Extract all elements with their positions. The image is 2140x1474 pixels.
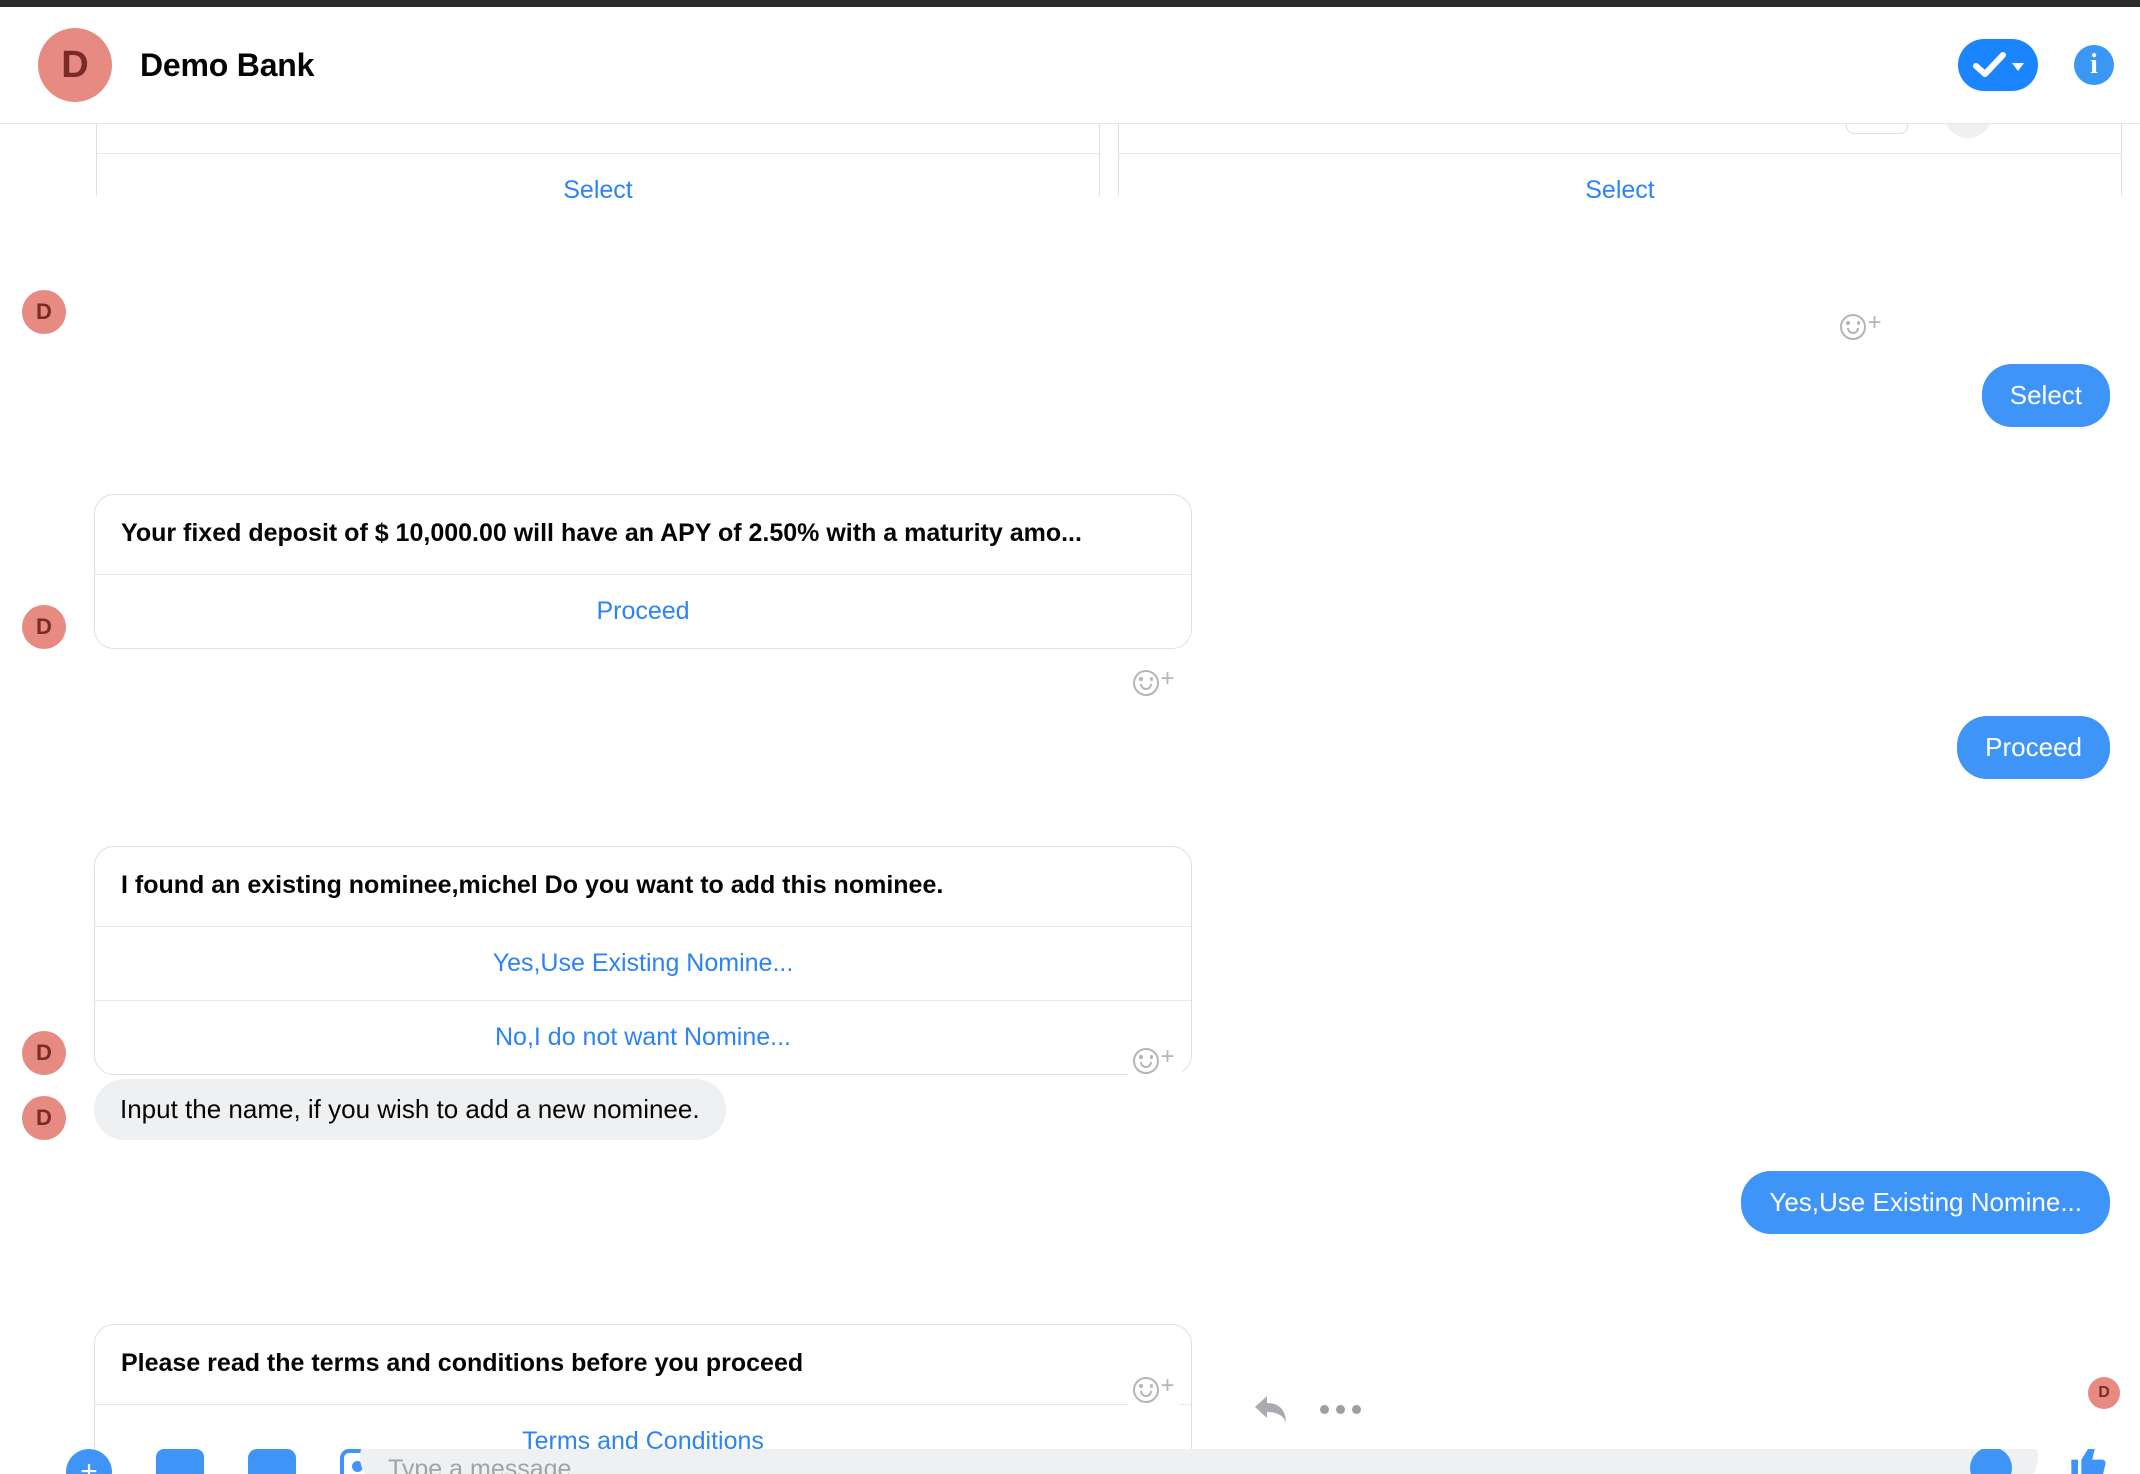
add-reaction-button[interactable]: + [1123, 1369, 1185, 1411]
avatar: D [22, 605, 66, 650]
plus-icon: + [1867, 308, 1882, 336]
page-title: Demo Bank [140, 46, 315, 83]
plus-icon: + [1160, 664, 1175, 692]
card-title: Please read the terms and conditions bef… [121, 1349, 804, 1377]
dot [1352, 1404, 1361, 1414]
plus-icon: + [1160, 1042, 1175, 1070]
sticker-icon[interactable] [248, 1449, 296, 1474]
more-dots-icon[interactable] [1320, 1404, 1361, 1414]
message-hover-actions[interactable] [1252, 1392, 1361, 1426]
user-message-bubble[interactable]: Proceed [1957, 716, 2110, 779]
smiley-mouth [1140, 684, 1153, 690]
select-card-left[interactable]: Select [96, 124, 1100, 227]
message-thread[interactable]: Select Select D + Select D Your fixed de… [0, 124, 2140, 1474]
dot [1320, 1404, 1329, 1414]
chat-header: D Demo Bank i [0, 7, 2140, 124]
message-row-nominee: D I found an existing nominee,michel Do … [22, 846, 1192, 1076]
plus-glyph: + [80, 1455, 98, 1474]
smiley-face-icon [1133, 1377, 1160, 1403]
message-row-user-proceed: Proceed [1957, 716, 2110, 779]
smiley-mouth [1140, 1062, 1153, 1068]
card-title: I found an existing nominee,michel Do yo… [121, 871, 944, 899]
avatar: D [22, 290, 66, 334]
dot [1336, 1404, 1345, 1414]
select-button[interactable]: Select [97, 153, 1099, 227]
input-placeholder: Type a message... [388, 1455, 593, 1474]
smiley-mouth [1847, 328, 1860, 334]
user-message-bubble[interactable]: Yes,Use Existing Nomine... [1741, 1171, 2110, 1234]
verified-badge-button[interactable] [1958, 39, 2038, 91]
smiley-face-icon [1840, 314, 1867, 340]
avatar: D [22, 1096, 66, 1140]
message-row-user-select: Select [1981, 364, 2110, 427]
message-composer[interactable]: + Type a message... [0, 1449, 2140, 1474]
gif-icon[interactable] [156, 1449, 204, 1474]
use-existing-nominee-button[interactable]: Yes,Use Existing Nomine... [95, 926, 1191, 1001]
info-glyph: i [2090, 49, 2098, 80]
card-title: Your fixed deposit of $ 10,000.00 will h… [121, 519, 1082, 547]
clipped-messages-region: Select Select [0, 124, 2140, 234]
window-top-strip [0, 0, 2140, 7]
add-reaction-button[interactable]: + [1830, 306, 1892, 348]
message-row-terms: D Please read the terms and conditions b… [22, 1194, 1192, 1474]
reply-arrow-icon[interactable] [1252, 1392, 1290, 1426]
avatar: D [38, 28, 112, 102]
thumbs-up-icon[interactable] [2068, 1449, 2108, 1474]
chevron-down-icon [2011, 63, 2024, 71]
emoji-icon[interactable] [1970, 1449, 2012, 1474]
no-nominee-button[interactable]: No,I do not want Nomine... [95, 1000, 1191, 1075]
message-row-user-yes-existing: Yes,Use Existing Nomine... [1741, 1171, 2110, 1234]
proceed-button[interactable]: Proceed [95, 574, 1191, 649]
avatar: D [22, 1031, 66, 1076]
select-button[interactable]: Select [1119, 153, 2121, 227]
read-receipt-avatar: D [2088, 1377, 2120, 1409]
nominee-card[interactable]: I found an existing nominee,michel Do yo… [94, 846, 1192, 1076]
smiley-face-icon [1133, 1048, 1160, 1074]
message-row-fixed-deposit: D Your fixed deposit of $ 10,000.00 will… [22, 494, 1192, 650]
checkmark-icon [1972, 52, 2006, 77]
info-icon[interactable]: i [2074, 45, 2114, 85]
message-row-nominee-hint: D Input the name, if you wish to add a n… [22, 1079, 726, 1140]
add-reaction-button[interactable]: + [1123, 1040, 1185, 1082]
card-notch [1846, 124, 1908, 134]
smiley-face-icon [1133, 670, 1160, 696]
message-input[interactable]: Type a message... [360, 1449, 2038, 1474]
fixed-deposit-card[interactable]: Your fixed deposit of $ 10,000.00 will h… [94, 494, 1192, 650]
plus-icon: + [1160, 1371, 1175, 1399]
add-reaction-button[interactable]: + [1123, 662, 1185, 704]
plus-circle-icon[interactable]: + [66, 1449, 112, 1474]
smiley-mouth [1140, 1391, 1153, 1397]
bot-message-bubble[interactable]: Input the name, if you wish to add a new… [94, 1079, 726, 1140]
user-message-bubble[interactable]: Select [1981, 364, 2110, 427]
